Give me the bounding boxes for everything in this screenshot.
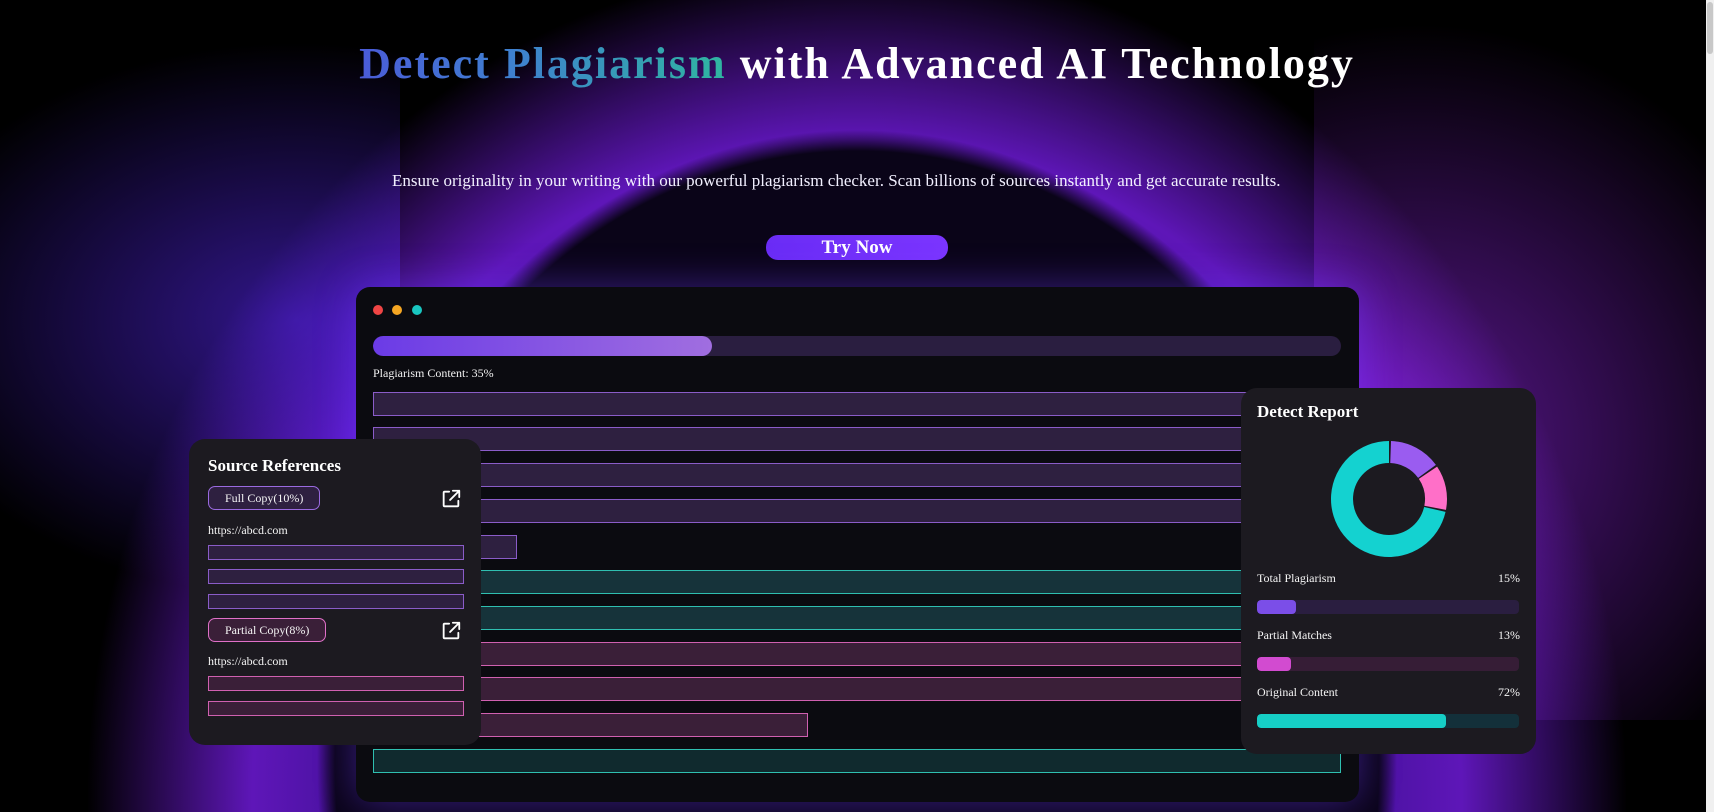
text-line-placeholder (373, 427, 1341, 451)
stat-bar-total-plagiarism (1257, 600, 1519, 614)
stat-bar-fill (1257, 657, 1292, 671)
plagiarism-progress-fill (373, 336, 712, 356)
external-link-icon[interactable] (440, 620, 462, 642)
text-line-placeholder (373, 463, 1341, 487)
scrollbar-thumb[interactable] (1707, 2, 1713, 54)
source-line-placeholder (208, 569, 464, 584)
plagiarism-progress-bar (373, 336, 1341, 356)
window-dot-red-icon (373, 305, 383, 315)
source-references-title: Source References (208, 456, 341, 475)
plagiarism-progress-label: Plagiarism Content: 35% (373, 366, 494, 380)
hero-subtitle: Ensure originality in your writing with … (392, 171, 1281, 190)
text-line-placeholder (373, 606, 1341, 630)
window-dot-yellow-icon (392, 305, 402, 315)
window-dot-teal-icon (412, 305, 422, 315)
text-line-placeholder (373, 677, 1341, 701)
source-line-placeholder (208, 676, 464, 691)
source-references-card: Source References Full Copy(10%) https:/… (189, 439, 481, 745)
stat-label-total-plagiarism: Total Plagiarism (1257, 571, 1336, 585)
stat-bar-fill (1257, 714, 1446, 728)
stat-bar-fill (1257, 600, 1297, 614)
hero-title-accent: Detect Plagiarism (359, 39, 727, 88)
text-line-placeholder (373, 392, 1341, 416)
stat-label-original-content: Original Content (1257, 685, 1338, 699)
stat-value-total-plagiarism: 15% (1498, 571, 1520, 585)
detect-report-card: Detect Report Total Plagiarism 15% Parti… (1241, 388, 1536, 754)
stat-bar-original-content (1257, 714, 1519, 728)
detect-report-title: Detect Report (1257, 402, 1359, 421)
stat-label-partial-matches: Partial Matches (1257, 628, 1332, 642)
full-copy-tag: Full Copy(10%) (208, 486, 321, 510)
source-line-placeholder (208, 545, 464, 560)
page-scrollbar[interactable] (1706, 0, 1714, 812)
source-url[interactable]: https://abcd.com (208, 654, 288, 669)
hero-title-rest: with Advanced AI Technology (726, 39, 1355, 88)
external-link-icon[interactable] (440, 488, 462, 510)
document-preview-window: Plagiarism Content: 35% (356, 287, 1359, 802)
stat-bar-partial-matches (1257, 657, 1519, 671)
stat-value-original-content: 72% (1498, 685, 1520, 699)
hero-title: Detect Plagiarism with Advanced AI Techn… (0, 34, 1714, 94)
text-line-placeholder (373, 570, 1341, 594)
source-line-placeholder (208, 594, 464, 609)
partial-copy-tag: Partial Copy(8%) (208, 618, 327, 642)
page: Detect Plagiarism with Advanced AI Techn… (0, 0, 1714, 812)
try-now-button[interactable]: Try Now (766, 235, 948, 260)
text-line-placeholder (373, 642, 1341, 666)
detect-report-donut-chart (1331, 441, 1447, 557)
source-line-placeholder (208, 701, 464, 716)
stat-value-partial-matches: 13% (1498, 628, 1520, 642)
text-line-placeholder (373, 749, 1341, 773)
text-line-placeholder (373, 499, 1341, 523)
source-url[interactable]: https://abcd.com (208, 523, 288, 538)
